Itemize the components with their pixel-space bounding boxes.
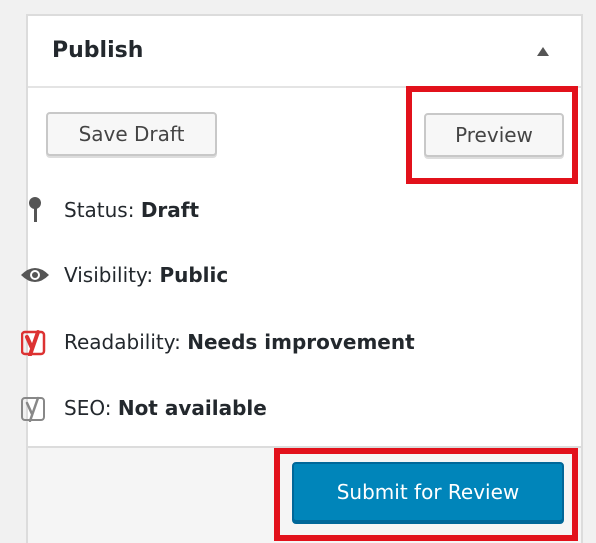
- readability-value: Needs improvement: [187, 330, 415, 354]
- visibility-value: Public: [159, 263, 229, 287]
- pin-icon: [20, 195, 50, 225]
- status-value: Draft: [140, 198, 200, 222]
- publish-title: Publish: [52, 38, 144, 63]
- seo-label: SEO:: [64, 396, 112, 420]
- publish-header[interactable]: Publish: [28, 16, 581, 88]
- yoast-icon: [20, 393, 50, 423]
- status-row: Status: Draft: [20, 195, 199, 225]
- eye-icon: [20, 260, 50, 290]
- readability-label: Readability:: [64, 330, 181, 354]
- arrow-up-icon[interactable]: [537, 47, 549, 56]
- seo-row: SEO: Not available: [20, 393, 267, 423]
- yoast-icon: [20, 327, 50, 357]
- submit-highlight-box: [274, 448, 578, 541]
- preview-highlight-box: [406, 86, 578, 184]
- visibility-row: Visibility: Public: [20, 260, 228, 290]
- visibility-label: Visibility:: [64, 263, 154, 287]
- save-draft-button[interactable]: Save Draft: [46, 112, 217, 156]
- seo-value: Not available: [117, 396, 267, 420]
- status-label: Status:: [64, 198, 135, 222]
- readability-row: Readability: Needs improvement: [20, 327, 415, 357]
